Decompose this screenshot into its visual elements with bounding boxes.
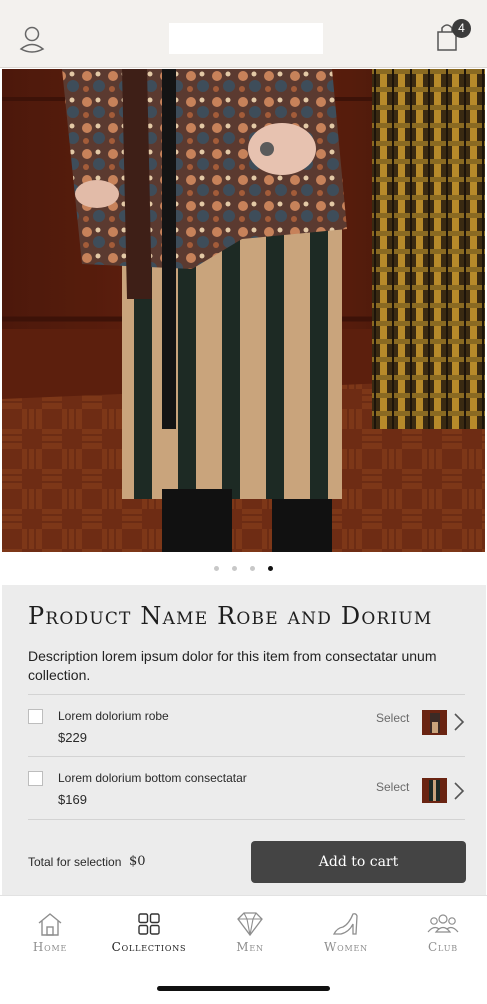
product-description: Description lorem ipsum dolor for this i… bbox=[28, 648, 437, 683]
account-button[interactable] bbox=[18, 24, 46, 54]
product-image[interactable] bbox=[2, 69, 485, 552]
top-bar: 4 bbox=[0, 0, 487, 68]
nav-item-collections[interactable]: Collections bbox=[104, 910, 194, 960]
add-to-cart-button[interactable]: Add to cart bbox=[251, 841, 466, 883]
bundle-item-row[interactable]: Lorem dolorium robe $229 Select bbox=[28, 694, 465, 756]
carousel-dot[interactable] bbox=[214, 566, 219, 571]
item-price: $169 bbox=[58, 792, 87, 807]
carousel-dot[interactable] bbox=[232, 566, 237, 571]
nav-label: Men bbox=[236, 940, 264, 954]
nav-label: Club bbox=[428, 940, 458, 954]
nav-item-club[interactable]: Club bbox=[398, 910, 487, 960]
item-name: Lorem dolorium bottom consectatar bbox=[58, 771, 247, 785]
group-icon bbox=[427, 914, 459, 933]
diamond-icon bbox=[237, 912, 263, 937]
nav-label: Home bbox=[32, 940, 68, 954]
product-photo bbox=[2, 69, 485, 552]
item-thumbnail[interactable] bbox=[422, 710, 447, 735]
product-details-panel: Product Name Robe and Dorium Description… bbox=[2, 585, 486, 895]
heel-shoe-icon bbox=[332, 913, 358, 935]
total-label: Total for selection bbox=[28, 855, 122, 869]
select-size-link[interactable]: Select bbox=[376, 780, 409, 794]
item-thumbnail[interactable] bbox=[422, 778, 447, 803]
product-title: Product Name Robe and Dorium bbox=[28, 602, 433, 630]
home-icon bbox=[38, 913, 62, 936]
user-icon bbox=[19, 26, 45, 53]
nav-item-women[interactable]: Women bbox=[301, 910, 391, 960]
home-indicator[interactable] bbox=[157, 986, 330, 991]
bundle-item-row[interactable]: Lorem dolorium bottom consectatar $169 S… bbox=[28, 756, 465, 820]
nav-item-home[interactable]: Home bbox=[5, 910, 95, 960]
grid-icon bbox=[138, 913, 160, 935]
item-price: $229 bbox=[58, 730, 87, 745]
chevron-right-icon[interactable] bbox=[453, 781, 465, 801]
total-value: $0 bbox=[129, 854, 146, 869]
chevron-right-icon[interactable] bbox=[453, 712, 465, 732]
nav-label: Collections bbox=[111, 940, 187, 954]
nav-item-men[interactable]: Men bbox=[205, 910, 295, 960]
brand-logo[interactable] bbox=[169, 23, 323, 54]
item-name: Lorem dolorium robe bbox=[58, 709, 169, 723]
nav-label: Women bbox=[324, 940, 368, 954]
carousel-pagination bbox=[0, 563, 487, 575]
select-size-link[interactable]: Select bbox=[376, 711, 409, 725]
item-checkbox[interactable] bbox=[28, 709, 43, 724]
carousel-dot-active[interactable] bbox=[268, 566, 273, 571]
item-checkbox[interactable] bbox=[28, 771, 43, 786]
cart-button[interactable]: 4 bbox=[434, 18, 474, 54]
carousel-dot[interactable] bbox=[250, 566, 255, 571]
cart-count-badge: 4 bbox=[452, 19, 471, 38]
